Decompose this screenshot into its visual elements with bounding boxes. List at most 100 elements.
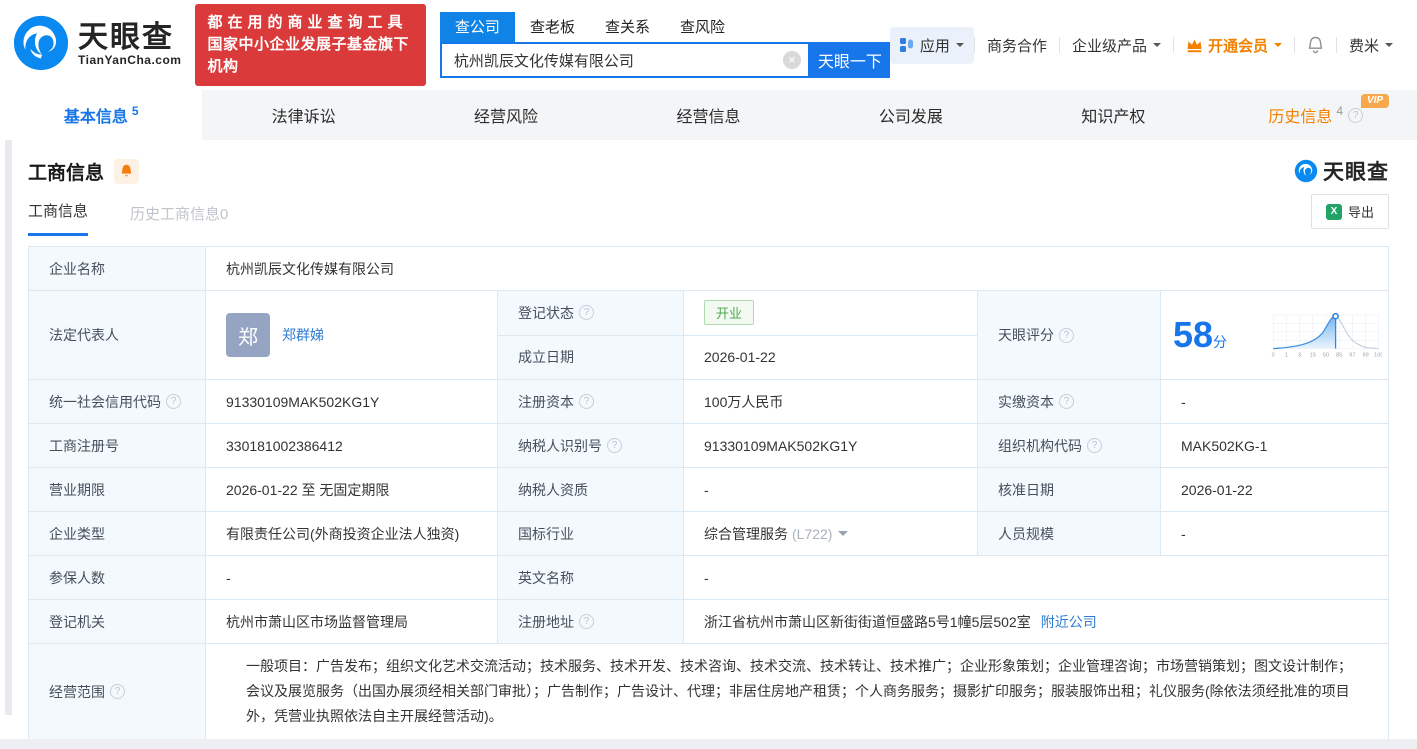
svg-text:99: 99 bbox=[1362, 353, 1368, 359]
search-button[interactable]: 天眼一下 bbox=[809, 42, 890, 78]
apps-label: 应用 bbox=[919, 37, 950, 55]
table-row: 法定代表人 郑 郑群娣 登记状态 ? 开业 成立日期 2026-01-22 天眼… bbox=[29, 291, 1388, 380]
subtab-business-info[interactable]: 工商信息 bbox=[28, 200, 89, 236]
score-value: 58分 0 1 3 15 50 85 97 99 10 bbox=[1161, 291, 1388, 379]
search-tab-relation[interactable]: 查关系 bbox=[590, 12, 665, 42]
taxpayer-qualification-label: 纳税人资质 bbox=[498, 468, 684, 511]
help-icon[interactable]: ? bbox=[1059, 327, 1074, 343]
bell-icon bbox=[121, 164, 132, 176]
help-icon[interactable]: ? bbox=[579, 614, 594, 629]
apps-menu[interactable]: 应用 bbox=[889, 26, 974, 64]
chevron-down-icon[interactable] bbox=[838, 530, 849, 541]
subscribe-bell-button[interactable] bbox=[114, 158, 140, 184]
reg-capital-value: 100万人民币 bbox=[684, 380, 978, 423]
search-input[interactable] bbox=[439, 42, 810, 78]
business-cooperation-link[interactable]: 商务合作 bbox=[975, 35, 1059, 56]
search-tab-company[interactable]: 查公司 bbox=[439, 12, 515, 42]
table-row: 营业期限 2026-01-22 至 无固定期限 纳税人资质 - 核准日期 202… bbox=[29, 468, 1388, 512]
logo-text: 天眼查 TianYanCha.com bbox=[78, 23, 181, 68]
enterprise-products-menu[interactable]: 企业级产品 bbox=[1060, 35, 1173, 56]
svg-text:0: 0 bbox=[1272, 353, 1275, 359]
help-icon[interactable]: ? bbox=[1059, 394, 1074, 409]
username: 费米 bbox=[1348, 37, 1379, 55]
svg-text:100: 100 bbox=[1374, 353, 1382, 359]
chevron-down-icon bbox=[1385, 43, 1393, 51]
table-row: 经营范围 ? 一般项目：广告发布；组织文化艺术交流活动；技术服务、技术开发、技术… bbox=[29, 644, 1388, 739]
tab-basic-info[interactable]: 基本信息 5 bbox=[0, 90, 203, 140]
establish-date-value: 2026-01-22 bbox=[684, 335, 977, 379]
help-icon[interactable]: ? bbox=[110, 684, 125, 699]
export-label: 导出 bbox=[1347, 205, 1374, 220]
table-row: 企业类型 有限责任公司(外商投资企业法人独资) 国标行业 综合管理服务 (L72… bbox=[29, 512, 1388, 556]
tab-legal-proceedings[interactable]: 法律诉讼 bbox=[202, 90, 404, 140]
approval-date-label: 核准日期 bbox=[978, 468, 1161, 511]
table-row: 统一社会信用代码 ? 91330109MAK502KG1Y 注册资本 ? 100… bbox=[29, 380, 1388, 424]
org-code-label: 组织机构代码 ? bbox=[978, 424, 1161, 467]
insured-count-value: - bbox=[206, 556, 498, 599]
reg-status-label: 登记状态 ? bbox=[498, 291, 684, 335]
business-scope-value: 一般项目：广告发布；组织文化艺术交流活动；技术服务、技术开发、技术咨询、技术交流… bbox=[206, 644, 1388, 739]
svg-text:15: 15 bbox=[1310, 353, 1316, 359]
help-icon[interactable]: ? bbox=[579, 394, 594, 409]
company-type-value: 有限责任公司(外商投资企业法人独资) bbox=[206, 512, 498, 555]
tianyancha-logo[interactable]: 天眼查 TianYanCha.com bbox=[12, 14, 181, 77]
search-tab-boss[interactable]: 查老板 bbox=[515, 12, 590, 42]
open-vip-menu[interactable]: 开通会员 bbox=[1174, 35, 1294, 56]
taxpayer-qualification-value: - bbox=[684, 468, 978, 511]
bell-icon bbox=[1308, 36, 1323, 53]
reg-address-value: 浙江省杭州市萧山区新街街道恒盛路5号1幢5层502室 附近公司 bbox=[684, 600, 1388, 643]
help-icon[interactable]: ? bbox=[607, 438, 622, 453]
svg-text:3: 3 bbox=[1298, 353, 1301, 359]
tab-operating-risk[interactable]: 经营风险 bbox=[405, 90, 607, 140]
bottom-band bbox=[0, 739, 1417, 749]
tab-company-development[interactable]: 公司发展 bbox=[810, 90, 1012, 140]
tab-count: 4 bbox=[1336, 104, 1344, 118]
chevron-down-icon bbox=[955, 43, 964, 51]
slogan-line2: 国家中小企业发展子基金旗下机构 bbox=[207, 36, 409, 75]
watermark-logo: 天眼查 bbox=[1294, 156, 1389, 186]
help-icon[interactable]: ? bbox=[579, 305, 594, 321]
help-icon[interactable]: ? bbox=[1348, 107, 1364, 123]
tab-intellectual-property[interactable]: 知识产权 bbox=[1012, 90, 1214, 140]
clear-input-icon[interactable]: × bbox=[782, 51, 801, 69]
subtab-history-business-info[interactable]: 历史工商信息0 bbox=[130, 203, 228, 236]
svg-text:97: 97 bbox=[1349, 353, 1355, 359]
score-label: 天眼评分 ? bbox=[978, 291, 1161, 379]
search-tab-risk[interactable]: 查风险 bbox=[665, 12, 740, 42]
search-tabs: 查公司 查老板 查关系 查风险 bbox=[439, 12, 890, 42]
tab-operating-info[interactable]: 经营信息 bbox=[607, 90, 809, 140]
slogan-banner: 都在用的商业查询工具 国家中小企业发展子基金旗下机构 bbox=[195, 4, 426, 86]
notification-bell[interactable] bbox=[1295, 36, 1336, 55]
section-title: 工商信息 bbox=[28, 162, 105, 184]
reg-capital-label: 注册资本 ? bbox=[498, 380, 684, 423]
business-term-value: 2026-01-22 至 无固定期限 bbox=[206, 468, 498, 511]
excel-icon: X bbox=[1325, 203, 1342, 220]
search-block: 查公司 查老板 查关系 查风险 × 天眼一下 bbox=[439, 12, 890, 78]
export-button[interactable]: X 导出 bbox=[1310, 194, 1389, 229]
tab-label: 历史信息 bbox=[1268, 109, 1333, 126]
status-badge: 开业 bbox=[704, 300, 755, 326]
legal-rep-link[interactable]: 郑群娣 bbox=[282, 325, 324, 345]
table-row: 参保人数 - 英文名称 - bbox=[29, 556, 1388, 600]
tab-label: 经营风险 bbox=[474, 109, 539, 126]
nearby-companies-link[interactable]: 附近公司 bbox=[1041, 612, 1097, 632]
open-vip-label: 开通会员 bbox=[1207, 37, 1268, 55]
company-name-value: 杭州凯辰文化传媒有限公司 bbox=[206, 247, 1388, 290]
user-menu[interactable]: 费米 bbox=[1337, 35, 1405, 56]
crown-icon bbox=[1186, 38, 1203, 53]
insured-count-label: 参保人数 bbox=[29, 556, 206, 599]
score-number: 58 bbox=[1173, 314, 1214, 355]
table-row: 登记机关 杭州市萧山区市场监督管理局 注册地址 ? 浙江省杭州市萧山区新街街道恒… bbox=[29, 600, 1388, 644]
taxpayer-id-label: 纳税人识别号 ? bbox=[498, 424, 684, 467]
score-unit: 分 bbox=[1213, 334, 1228, 350]
avatar[interactable]: 郑 bbox=[226, 313, 270, 357]
tab-label: 法律诉讼 bbox=[271, 109, 336, 126]
credit-code-value: 91330109MAK502KG1Y bbox=[206, 380, 498, 423]
tab-history-info[interactable]: 历史信息 4 ? VIP bbox=[1215, 90, 1417, 140]
help-icon[interactable]: ? bbox=[166, 394, 181, 409]
status-date-stack: 登记状态 ? 开业 成立日期 2026-01-22 bbox=[498, 291, 978, 379]
reg-status-value: 开业 bbox=[684, 291, 977, 335]
help-icon[interactable]: ? bbox=[1087, 438, 1102, 453]
chevron-down-icon bbox=[1152, 43, 1161, 51]
industry-value: 综合管理服务 (L722) bbox=[684, 512, 978, 555]
